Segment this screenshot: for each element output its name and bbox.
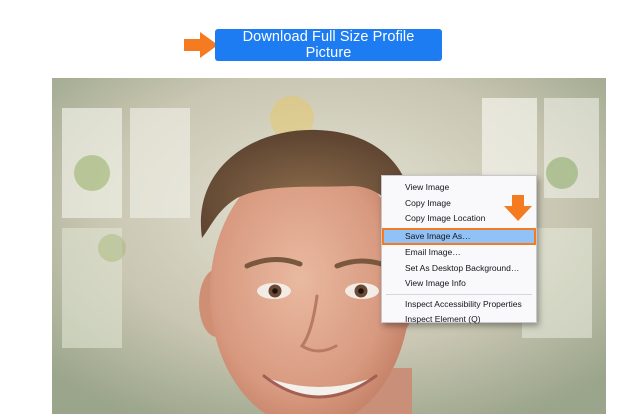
orange-arrow-down-icon	[504, 195, 532, 221]
menu-item-view-image[interactable]: View Image	[382, 180, 536, 196]
menu-item-email-image[interactable]: Email Image…	[382, 245, 536, 261]
top-bar: Download Full Size Profile Picture	[0, 0, 640, 70]
download-full-size-button[interactable]: Download Full Size Profile Picture	[215, 29, 442, 61]
menu-item-inspect-accessibility[interactable]: Inspect Accessibility Properties	[382, 297, 536, 313]
menu-item-set-desktop-background[interactable]: Set As Desktop Background…	[382, 261, 536, 277]
menu-item-save-image-as[interactable]: Save Image As…	[382, 227, 536, 245]
menu-item-inspect-element[interactable]: Inspect Element (Q)	[382, 312, 536, 328]
orange-arrow-right-icon	[184, 32, 218, 58]
menu-item-view-image-info[interactable]: View Image Info	[382, 276, 536, 292]
menu-separator	[386, 293, 532, 295]
